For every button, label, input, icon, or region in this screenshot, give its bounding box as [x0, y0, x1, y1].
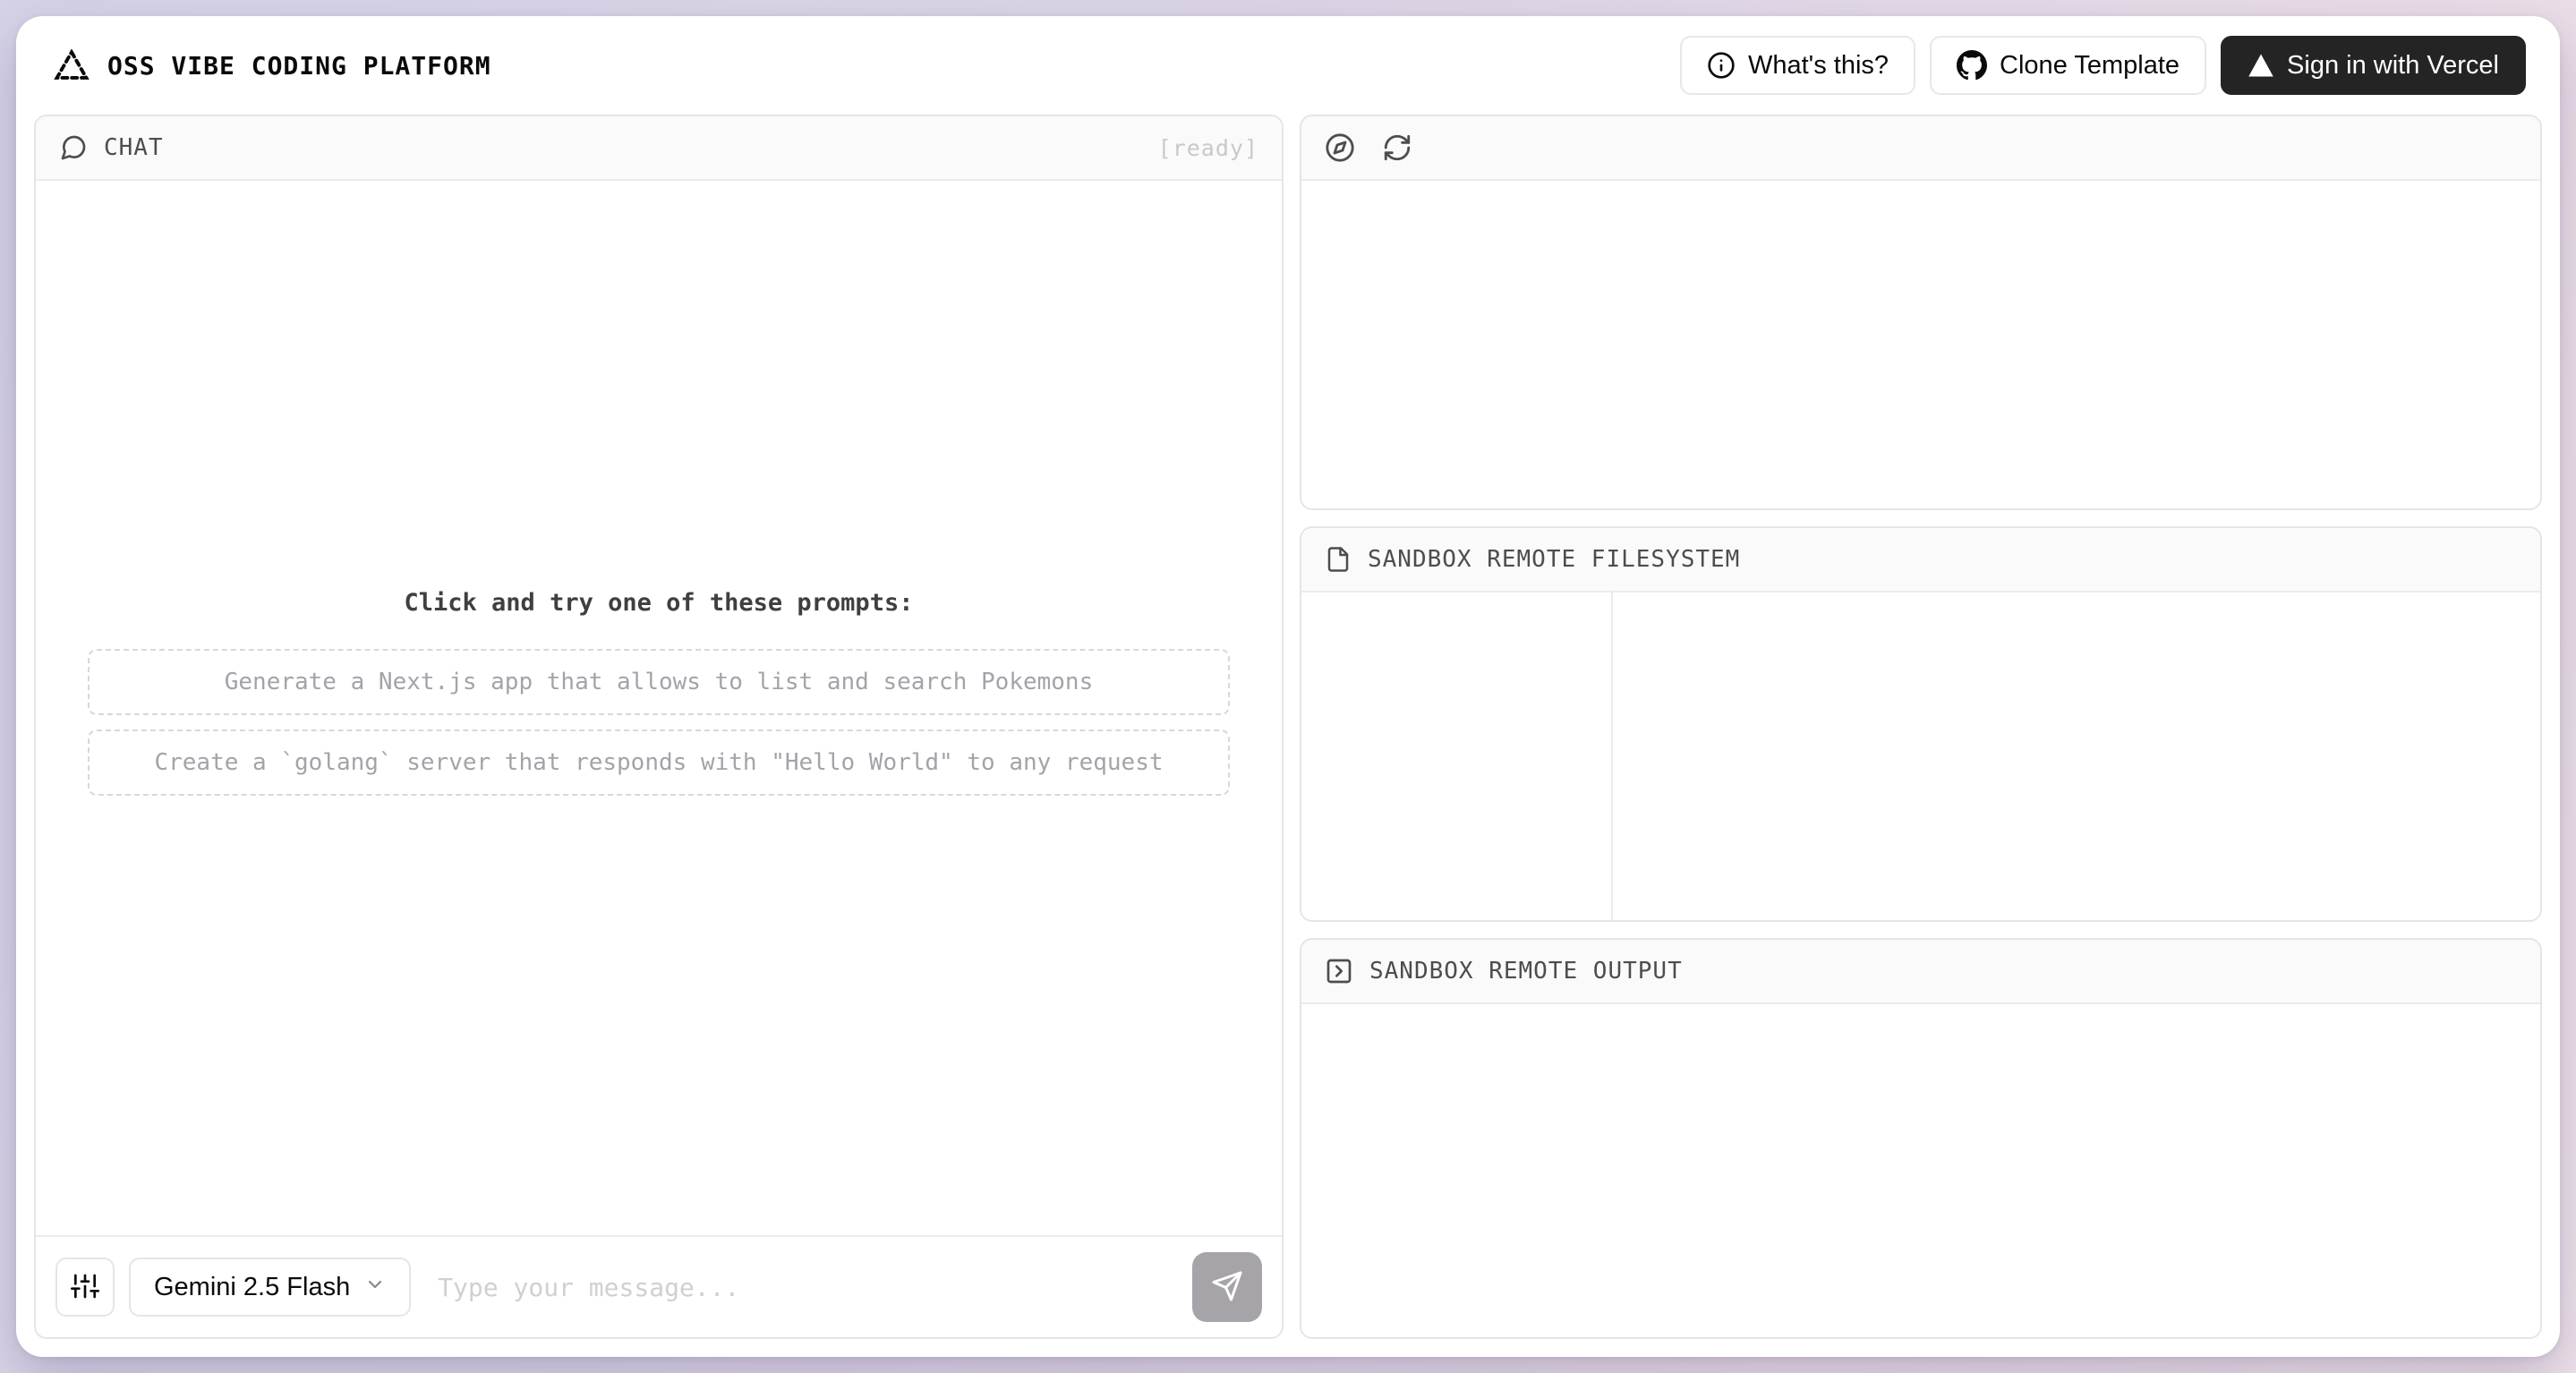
preview-panel-body: [1301, 181, 2540, 508]
github-icon: [1957, 50, 1988, 81]
model-select-dropdown[interactable]: Gemini 2.5 Flash: [129, 1258, 412, 1317]
whats-this-label: What's this?: [1748, 50, 1889, 80]
filesystem-panel-header: SANDBOX REMOTE FILESYSTEM: [1301, 528, 2540, 593]
sign-in-with-vercel-button[interactable]: Sign in with Vercel: [2221, 36, 2526, 95]
chat-empty-state: Click and try one of these prompts: Gene…: [36, 149, 1282, 1235]
filesystem-file-viewer-pane: [1613, 593, 2540, 920]
filesystem-panel-title: SANDBOX REMOTE FILESYSTEM: [1368, 546, 1741, 573]
output-panel-body: [1301, 1004, 2540, 1337]
model-settings-button[interactable]: [55, 1258, 115, 1317]
send-paper-plane-icon: [1211, 1270, 1243, 1305]
clone-template-label: Clone Template: [2000, 50, 2180, 80]
preview-panel: [1300, 115, 2542, 510]
message-input[interactable]: [425, 1258, 1178, 1317]
sign-in-label: Sign in with Vercel: [2287, 50, 2499, 80]
filesystem-tree-pane[interactable]: [1301, 593, 1613, 920]
open-preview-button[interactable]: [1325, 132, 1355, 163]
sandbox-column: SANDBOX REMOTE FILESYSTEM SANDBOX REMOTE…: [1300, 115, 2542, 1339]
whats-this-button[interactable]: What's this?: [1680, 36, 1916, 95]
brand: OSS VIBE CODING PLATFORM: [54, 49, 491, 81]
main-content: CHAT [ready] Click and try one of these …: [16, 115, 2560, 1357]
model-select-value: Gemini 2.5 Flash: [154, 1272, 351, 1301]
header-actions: What's this? Clone Template Sign in with…: [1680, 36, 2526, 95]
terminal-icon: [1325, 957, 1353, 985]
file-icon: [1325, 545, 1352, 574]
prompts-heading: Click and try one of these prompts:: [404, 588, 914, 617]
filesystem-panel: SANDBOX REMOTE FILESYSTEM: [1300, 526, 2542, 922]
chat-composer: Gemini 2.5 Flash: [36, 1235, 1282, 1337]
send-message-button[interactable]: [1192, 1252, 1262, 1322]
clone-template-button[interactable]: Clone Template: [1930, 36, 2207, 95]
sliders-icon: [71, 1272, 99, 1303]
suggested-prompt-pokemon[interactable]: Generate a Next.js app that allows to li…: [88, 648, 1230, 715]
suggested-prompt-golang[interactable]: Create a `golang` server that responds w…: [88, 729, 1230, 796]
refresh-icon: [1382, 132, 1412, 163]
vercel-triangle-icon: [2248, 53, 2274, 78]
preview-panel-header: [1301, 116, 2540, 181]
chat-panel: CHAT [ready] Click and try one of these …: [34, 115, 1284, 1339]
info-icon: [1707, 51, 1736, 80]
filesystem-panel-body: [1301, 593, 2540, 920]
vercel-dashed-triangle-logo-icon: [54, 49, 90, 81]
output-panel-header: SANDBOX REMOTE OUTPUT: [1301, 940, 2540, 1004]
chevron-down-icon: [364, 1273, 386, 1302]
app-title: OSS VIBE CODING PLATFORM: [107, 50, 491, 81]
refresh-preview-button[interactable]: [1382, 132, 1412, 163]
output-panel-title: SANDBOX REMOTE OUTPUT: [1369, 958, 1683, 985]
compass-icon: [1325, 132, 1355, 163]
app-header: OSS VIBE CODING PLATFORM What's this? Cl…: [16, 16, 2560, 115]
app-window: OSS VIBE CODING PLATFORM What's this? Cl…: [16, 16, 2560, 1357]
output-panel: SANDBOX REMOTE OUTPUT: [1300, 938, 2542, 1339]
